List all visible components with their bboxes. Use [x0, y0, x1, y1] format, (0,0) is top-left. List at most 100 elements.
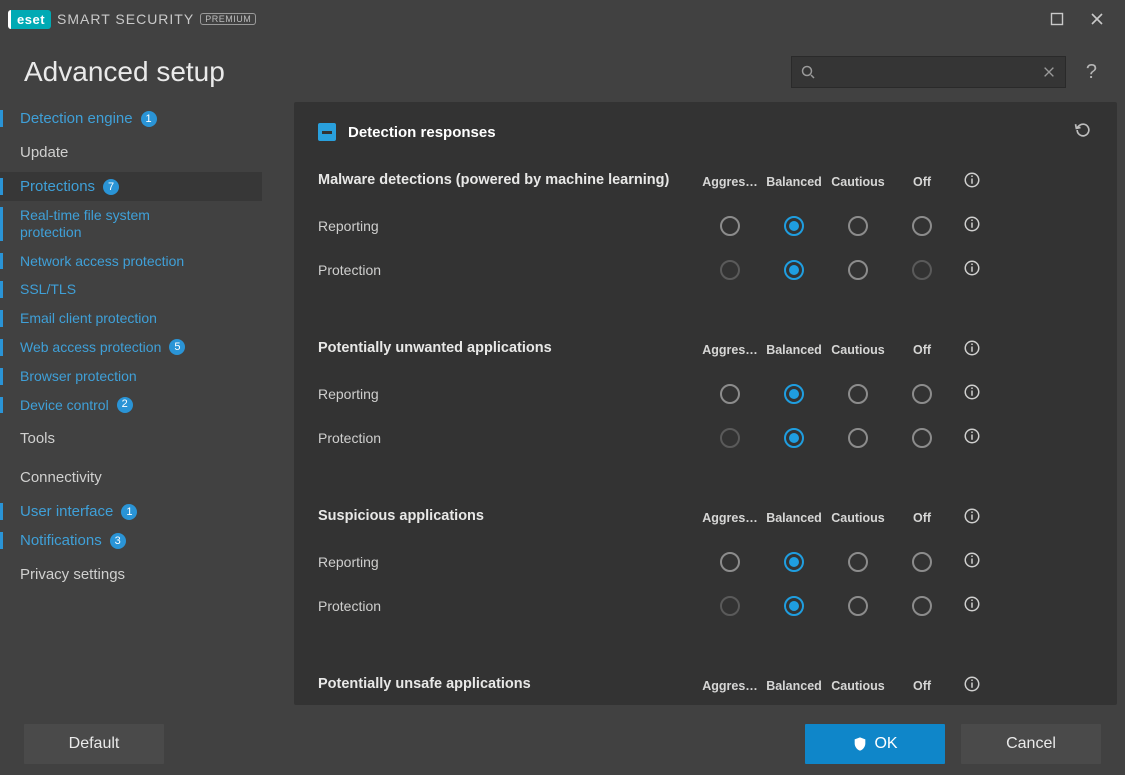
sidebar-item-tools[interactable]: Tools: [0, 419, 262, 458]
radio-cell: [890, 248, 954, 292]
sidebar-item-detection-engine[interactable]: Detection engine 1: [0, 104, 262, 133]
sidebar-item-ui[interactable]: User interface 1: [0, 497, 262, 526]
radio-option[interactable]: [784, 552, 804, 572]
radio-option[interactable]: [720, 552, 740, 572]
radio-cell: [698, 372, 762, 416]
info-icon[interactable]: [963, 675, 981, 697]
column-header: Aggres…: [698, 333, 762, 367]
window-maximize-button[interactable]: [1037, 4, 1077, 34]
radio-cell: [826, 204, 890, 248]
brand-tier: PREMIUM: [200, 13, 256, 25]
info-icon[interactable]: [963, 595, 981, 617]
group-title: Suspicious applications: [318, 498, 698, 538]
sidebar-item-update[interactable]: Update: [0, 133, 262, 172]
search-box[interactable]: [791, 56, 1066, 88]
default-button[interactable]: Default: [24, 724, 164, 764]
column-header: Balanced: [762, 165, 826, 199]
sidebar-item-label: Network access protection: [20, 253, 184, 270]
info-icon[interactable]: [963, 383, 981, 405]
sidebar-sub-webaccess[interactable]: Web access protection 5: [0, 333, 262, 362]
sidebar-item-badge: 7: [103, 179, 119, 195]
radio-option[interactable]: [720, 384, 740, 404]
radio-option: [912, 260, 932, 280]
sidebar-item-connectivity[interactable]: Connectivity: [0, 458, 262, 497]
radio-option[interactable]: [848, 596, 868, 616]
search-input[interactable]: [824, 65, 1033, 80]
sidebar-sub-browser[interactable]: Browser protection: [0, 362, 262, 391]
radio-option[interactable]: [848, 552, 868, 572]
radio-cell: [890, 372, 954, 416]
radio-option[interactable]: [912, 552, 932, 572]
sidebar: Detection engine 1 Update Protections 7 …: [0, 102, 262, 705]
sidebar-item-label: Protections: [20, 178, 95, 195]
radio-option[interactable]: [784, 428, 804, 448]
radio-cell: [698, 248, 762, 292]
radio-option[interactable]: [784, 596, 804, 616]
sidebar-item-protections[interactable]: Protections 7: [0, 172, 262, 201]
sidebar-item-notifications[interactable]: Notifications 3: [0, 526, 262, 555]
radio-option[interactable]: [848, 428, 868, 448]
column-header: Cautious: [826, 669, 890, 703]
info-icon[interactable]: [963, 507, 981, 529]
info-icon[interactable]: [963, 551, 981, 573]
search-icon: [792, 64, 824, 80]
info-icon[interactable]: [963, 215, 981, 237]
radio-option: [720, 428, 740, 448]
reset-section-button[interactable]: [1073, 120, 1093, 144]
sidebar-item-label: Update: [20, 144, 68, 161]
info-icon[interactable]: [963, 259, 981, 281]
column-header: Cautious: [826, 333, 890, 367]
help-button[interactable]: ?: [1082, 61, 1101, 84]
row-label: Reporting: [318, 374, 698, 414]
close-icon: [1089, 11, 1105, 27]
radio-option[interactable]: [848, 384, 868, 404]
shield-icon: [852, 736, 868, 752]
collapse-icon[interactable]: [318, 123, 336, 141]
window-close-button[interactable]: [1077, 4, 1117, 34]
group-title: Potentially unwanted applications: [318, 330, 698, 370]
radio-cell: [826, 372, 890, 416]
column-header: Cautious: [826, 165, 890, 199]
info-icon[interactable]: [963, 171, 981, 193]
radio-cell: [698, 416, 762, 460]
sidebar-sub-devicecontrol[interactable]: Device control 2: [0, 391, 262, 420]
sidebar-item-label: Email client protection: [20, 310, 157, 327]
sidebar-item-label: SSL/TLS: [20, 281, 76, 298]
sidebar-sub-email[interactable]: Email client protection: [0, 304, 262, 333]
cancel-button[interactable]: Cancel: [961, 724, 1101, 764]
column-header: Cautious: [826, 501, 890, 535]
ok-button[interactable]: OK: [805, 724, 945, 764]
page-title: Advanced setup: [24, 56, 775, 88]
radio-option[interactable]: [912, 384, 932, 404]
radio-option[interactable]: [720, 216, 740, 236]
radio-option[interactable]: [784, 384, 804, 404]
radio-cell: [890, 416, 954, 460]
footer: Default OK Cancel: [0, 713, 1125, 775]
sidebar-sub-realtime[interactable]: Real-time file system protection: [0, 201, 200, 247]
sidebar-item-label: Real-time file system protection: [20, 207, 188, 241]
radio-option[interactable]: [912, 216, 932, 236]
row-label: Reporting: [318, 542, 698, 582]
radio-option[interactable]: [784, 216, 804, 236]
sidebar-item-label: User interface: [20, 503, 113, 520]
radio-option[interactable]: [912, 596, 932, 616]
radio-option[interactable]: [784, 260, 804, 280]
search-clear-button[interactable]: [1033, 65, 1065, 79]
radio-cell: [890, 540, 954, 584]
row-label: Protection: [318, 418, 698, 458]
radio-cell: [762, 416, 826, 460]
sidebar-item-badge: 5: [169, 339, 185, 355]
sidebar-item-label: Notifications: [20, 532, 102, 549]
sidebar-sub-ssltls[interactable]: SSL/TLS: [0, 275, 262, 304]
sidebar-sub-network[interactable]: Network access protection: [0, 247, 262, 276]
info-icon[interactable]: [963, 339, 981, 361]
sidebar-item-privacy[interactable]: Privacy settings: [0, 555, 262, 594]
page-header: Advanced setup ?: [0, 38, 1125, 102]
info-icon[interactable]: [963, 427, 981, 449]
radio-option[interactable]: [912, 428, 932, 448]
radio-cell: [762, 372, 826, 416]
radio-option[interactable]: [848, 260, 868, 280]
radio-option[interactable]: [848, 216, 868, 236]
sidebar-item-label: Web access protection: [20, 339, 161, 356]
column-header: Off: [890, 501, 954, 535]
